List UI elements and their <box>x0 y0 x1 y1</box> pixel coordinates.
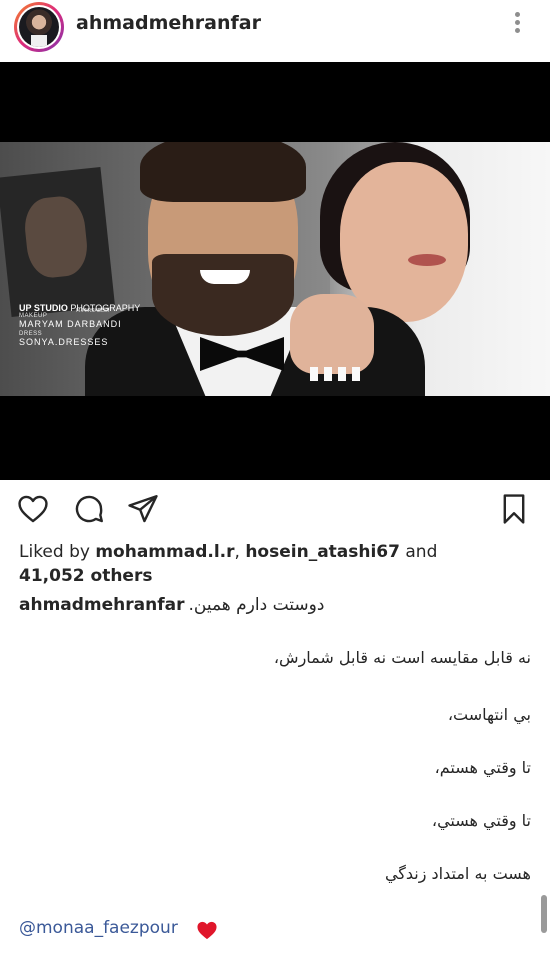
caption-username[interactable]: ahmadmehranfar <box>19 595 184 615</box>
heart-outline-icon[interactable] <box>16 492 50 526</box>
post-username[interactable]: ahmadmehranfar <box>76 12 261 34</box>
avatar[interactable] <box>14 2 64 52</box>
bride-nails <box>310 367 366 381</box>
bookmark-icon[interactable] <box>497 492 531 526</box>
post-photo[interactable]: M.MIRSAEEDI UP STUDIO PHOTOGRAPHY MAKEUP… <box>0 62 550 480</box>
caption-mention-link[interactable]: @monaa_faezpour <box>19 918 178 938</box>
bride-face <box>340 162 468 322</box>
caption-first-line: ahmadmehranfar دوستت دارم همین. <box>19 595 324 615</box>
studio-credit-rest: PHOTOGRAPHY <box>70 303 141 313</box>
likes-summary: Liked by mohammad.l.r, hosein_atashi67 a… <box>19 540 539 588</box>
caption-line-3: تا وقتي هستم، <box>434 758 531 777</box>
paper-plane-icon[interactable] <box>126 492 160 526</box>
comment-bubble-icon[interactable] <box>72 492 106 526</box>
liker-link-2[interactable]: hosein_atashi67 <box>245 542 400 562</box>
likes-and: and <box>399 542 438 562</box>
caption-text-first: دوستت دارم همین. <box>188 595 325 615</box>
makeup-value: MARYAM DARBANDI <box>19 319 122 329</box>
scrollbar[interactable] <box>541 895 547 933</box>
groom-beard <box>152 254 294 336</box>
caption-line-4: تا وقتي هستي، <box>431 811 531 830</box>
liker-link-1[interactable]: mohammad.l.r <box>95 542 234 562</box>
bride-hand <box>290 294 374 374</box>
likes-separator: , <box>234 542 246 562</box>
studio-credit-bold: UP STUDIO <box>19 303 68 313</box>
bride-lips <box>408 254 446 266</box>
studio-credit: UP STUDIO PHOTOGRAPHY <box>19 303 140 313</box>
groom-hair <box>140 142 306 202</box>
post-header: ahmadmehranfar <box>0 0 550 58</box>
avatar-photo <box>19 7 59 47</box>
caption-line-2: بي انتهاست، <box>447 705 531 724</box>
wedding-photo-scene: M.MIRSAEEDI UP STUDIO PHOTOGRAPHY MAKEUP… <box>0 142 550 396</box>
likes-prefix: Liked by <box>19 542 96 562</box>
avatar-border <box>17 5 61 49</box>
groom-smile <box>200 270 250 284</box>
photo-credits: UP STUDIO PHOTOGRAPHY MAKEUP MARYAM DARB… <box>19 303 140 349</box>
dress-value: SONYA.DRESSES <box>19 337 109 347</box>
action-bar <box>0 488 550 532</box>
caption-line-1: نه قابل مقایسه است نه قابل شمارش، <box>273 648 531 667</box>
more-vertical-icon[interactable] <box>510 12 524 38</box>
likes-count[interactable]: 41,052 others <box>19 566 152 586</box>
caption-line-5: هست به امتداد زندگي <box>384 864 531 883</box>
red-heart-icon <box>197 921 217 940</box>
